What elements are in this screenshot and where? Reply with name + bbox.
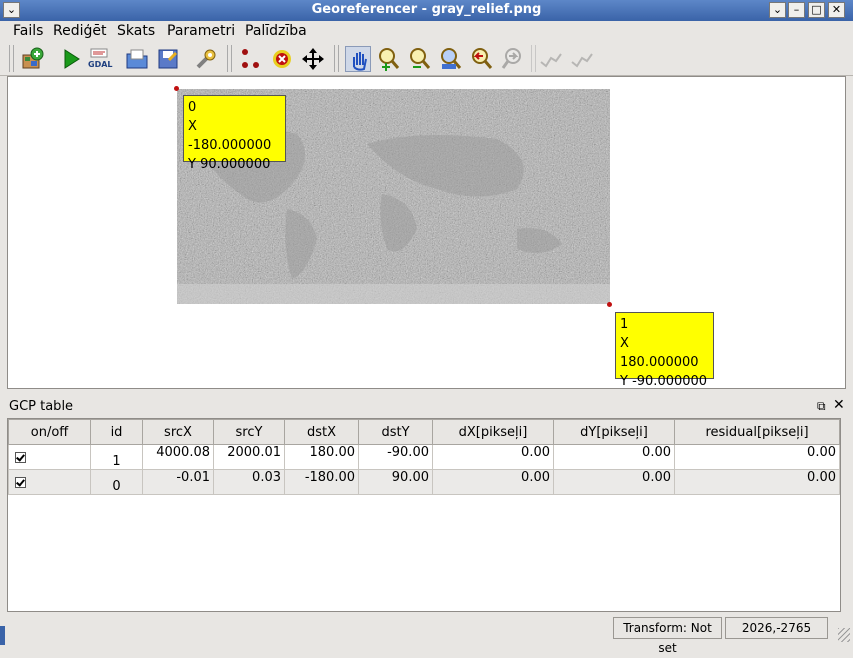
table-cell: 0.00 (553, 444, 675, 470)
gcp-label-id: 0 (188, 100, 197, 115)
table-cell[interactable]: -0.01 (142, 469, 214, 495)
start-georeferencing-icon[interactable] (58, 46, 84, 72)
toolbar-grip[interactable] (334, 45, 339, 72)
maximize-button[interactable]: □ (808, 2, 825, 18)
menu-help[interactable]: Palīdzība (245, 23, 307, 39)
gcp-table: on/off id srcX srcY dstX dstY dX[pikseļi… (7, 418, 841, 612)
add-point-icon[interactable] (238, 46, 264, 72)
column-header[interactable]: id (90, 419, 143, 445)
zoom-last-icon[interactable] (469, 46, 495, 72)
table-cell[interactable]: 90.00 (358, 469, 433, 495)
gcp-label-x: X -180.000000 (188, 119, 272, 153)
link-georef-to-qgis-icon[interactable] (538, 46, 564, 72)
table-row[interactable]: 0 -0.01 0.03 -180.00 90.00 0.00 0.00 0.0… (8, 469, 840, 495)
column-header[interactable]: on/off (8, 419, 91, 445)
delete-point-icon[interactable] (269, 46, 295, 72)
table-cell[interactable]: 2000.01 (213, 444, 285, 470)
coordinates-status: 2026,-2765 (725, 617, 828, 639)
close-dock-icon[interactable]: ✕ (833, 397, 845, 413)
menu-bar: Fails Rediģēt Skats Parametri Palīdzība (0, 21, 853, 42)
gcp-dock-header: GCP table ⧉ ✕ (7, 397, 846, 417)
pan-icon[interactable] (345, 46, 371, 72)
zoom-in-icon[interactable] (376, 46, 402, 72)
table-cell[interactable]: -180.00 (284, 469, 359, 495)
table-cell: 0.00 (674, 444, 840, 470)
toolbar-grip[interactable] (227, 45, 232, 72)
menu-file[interactable]: Fails (13, 23, 43, 39)
zoom-out-icon[interactable] (407, 46, 433, 72)
column-header[interactable]: dY[pikseļi] (553, 419, 675, 445)
column-header[interactable]: dX[pikseļi] (432, 419, 554, 445)
menu-view[interactable]: Skats (117, 23, 155, 39)
window-title: Georeferencer - gray_relief.png (311, 2, 542, 17)
column-header[interactable]: srcX (142, 419, 214, 445)
transformation-settings-icon[interactable] (193, 46, 219, 72)
link-qgis-to-georef-icon[interactable] (569, 46, 595, 72)
gcp-label-0: 0 X -180.000000 Y 90.000000 (183, 95, 286, 172)
table-cell: 0.00 (553, 469, 675, 495)
table-cell: 0.00 (674, 469, 840, 495)
shade-button[interactable]: ⌄ (769, 2, 786, 18)
title-bar: ⌄ Georeferencer - gray_relief.png ⌄ – □ … (0, 0, 853, 21)
column-header[interactable]: dstY (358, 419, 433, 445)
float-dock-icon[interactable]: ⧉ (817, 399, 826, 414)
gcp-grid: on/off id srcX srcY dstX dstY dX[pikseļi… (8, 419, 840, 495)
enabled-checkbox[interactable] (15, 452, 26, 463)
table-cell[interactable]: 180.00 (284, 444, 359, 470)
load-gcp-icon[interactable] (124, 46, 150, 72)
menu-settings[interactable]: Parametri (167, 23, 235, 39)
toolbar-grip[interactable] (9, 45, 14, 72)
generate-gdal-script-icon[interactable]: GDAL (87, 46, 113, 72)
table-cell: 0.00 (432, 469, 554, 495)
gcp-point-1[interactable] (607, 302, 612, 307)
toolbar-grip[interactable] (531, 45, 536, 72)
georeferencer-canvas[interactable]: 0 X -180.000000 Y 90.000000 1 X 180.0000… (7, 76, 846, 389)
column-header[interactable]: residual[pikseļi] (674, 419, 840, 445)
dock-splitter[interactable] (0, 389, 853, 397)
column-header[interactable]: dstX (284, 419, 359, 445)
table-cell: 0 (90, 469, 143, 495)
table-header-row: on/off id srcX srcY dstX dstY dX[pikseļi… (8, 419, 840, 445)
svg-text:GDAL: GDAL (88, 60, 113, 69)
table-cell: 1 (90, 444, 143, 470)
move-point-icon[interactable] (300, 46, 326, 72)
zoom-to-layer-icon[interactable] (438, 46, 464, 72)
open-raster-icon[interactable] (20, 46, 46, 72)
save-gcp-icon[interactable] (155, 46, 181, 72)
enabled-checkbox[interactable] (15, 477, 26, 488)
menu-edit[interactable]: Rediģēt (53, 23, 106, 39)
table-cell: 0.00 (432, 444, 554, 470)
gcp-point-0[interactable] (174, 86, 179, 91)
table-cell[interactable]: -90.00 (358, 444, 433, 470)
minimize-button[interactable]: – (788, 2, 805, 18)
resize-grip[interactable] (838, 628, 850, 642)
gcp-label-y: Y 90.000000 (188, 157, 271, 172)
dock-title: GCP table (9, 399, 74, 414)
gcp-label-1: 1 X 180.000000 Y -90.000000 (615, 312, 714, 389)
gcp-label-x: X 180.000000 (620, 336, 699, 370)
table-cell[interactable]: 0.03 (213, 469, 285, 495)
zoom-next-icon[interactable] (500, 46, 526, 72)
window-edge (0, 626, 5, 645)
close-button[interactable]: ✕ (828, 2, 845, 18)
transform-status: Transform: Not set (613, 617, 722, 655)
enabled-cell[interactable] (8, 444, 91, 470)
toolbar: GDAL (0, 42, 853, 76)
enabled-cell[interactable] (8, 469, 91, 495)
table-row[interactable]: 1 4000.08 2000.01 180.00 -90.00 0.00 0.0… (8, 444, 840, 470)
status-bar: Transform: Not set 2026,-2765 (0, 614, 853, 655)
gcp-label-id: 1 (620, 317, 629, 332)
table-cell[interactable]: 4000.08 (142, 444, 214, 470)
column-header[interactable]: srcY (213, 419, 285, 445)
